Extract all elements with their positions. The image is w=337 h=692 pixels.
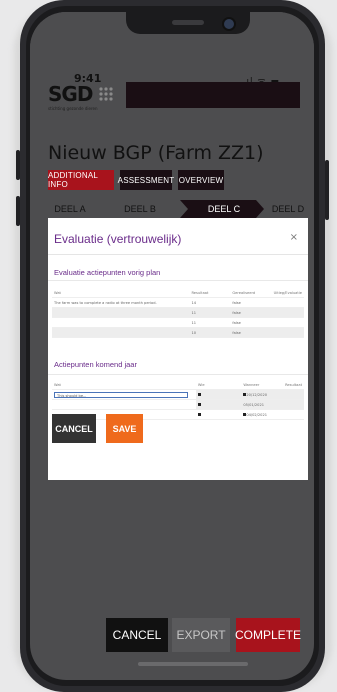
cell-gerealiseerd: false — [230, 307, 272, 318]
tab-additional-info[interactable]: ADDITIONAL INFO — [48, 170, 114, 190]
cell-wat — [52, 327, 190, 338]
action-wat-input[interactable]: This should be... — [54, 391, 188, 398]
logo-tagline: stichting gezonde dieren — [48, 106, 98, 111]
cell-wat — [52, 307, 190, 318]
volume-down-button — [16, 196, 20, 226]
cell-resultaat: 14 — [189, 297, 231, 308]
date-value: 20/12/2020 — [246, 392, 268, 397]
header-wat: Wat — [52, 380, 196, 390]
cell-gerealiseerd: false — [230, 327, 272, 338]
cell-uitleg — [271, 307, 304, 318]
cell-gerealiseerd: false — [230, 297, 272, 308]
cell-wat: This should be... — [52, 389, 196, 400]
header-gerealiseerd: Gerealiseerd — [230, 288, 272, 298]
cell-marker-icon — [197, 402, 201, 406]
section-divider — [48, 280, 308, 281]
complete-button[interactable]: COMPLETE — [235, 618, 301, 652]
logo-dots-icon — [99, 87, 113, 101]
export-button[interactable]: EXPORT — [172, 618, 230, 652]
cell-wat[interactable] — [52, 399, 196, 410]
evaluation-table: Wat Resultaat Gerealiseerd Uitleg/Evalua… — [52, 288, 304, 338]
header-uitleg: Uitleg/Evaluatie — [271, 288, 304, 298]
camera-icon — [222, 17, 236, 31]
cell-wanneer[interactable]: 04/02/2021 — [241, 409, 284, 420]
cell-wie[interactable] — [195, 389, 242, 400]
page-title: Nieuw BGP (Farm ZZ1) — [48, 142, 264, 164]
cancel-button[interactable]: CANCEL — [106, 618, 168, 652]
cell-resultaat: 11 — [189, 317, 231, 328]
cell-uitleg — [271, 327, 304, 338]
header-resultaat: Resultaat — [189, 288, 231, 298]
section-title-actions: Actiepunten komend jaar — [54, 360, 137, 369]
modal-title: Evaluatie (vertrouwelijk) — [54, 232, 182, 246]
deel-tab-b[interactable]: DEEL B — [116, 200, 164, 218]
close-icon[interactable]: × — [290, 232, 298, 243]
table-row[interactable]: 11 false — [52, 307, 304, 318]
table-row[interactable]: 10 false — [52, 327, 304, 338]
cell-wanneer[interactable]: 20/12/2020 — [241, 389, 284, 400]
cell-wat: The farm was to complete a radio at thre… — [52, 297, 190, 308]
date-value: 04/02/2021 — [246, 412, 268, 417]
deel-tab-a[interactable]: DEEL A — [46, 200, 94, 218]
table-row[interactable]: 11 false — [52, 317, 304, 328]
cell-wie[interactable] — [195, 409, 242, 420]
cell-wie[interactable] — [195, 399, 242, 410]
evaluation-modal: Evaluatie (vertrouwelijk) × Evaluatie ac… — [48, 218, 308, 480]
date-value: 05/01/2021 — [243, 402, 265, 407]
header-wanneer: Wanneer — [241, 380, 284, 390]
modal-save-button[interactable]: SAVE — [106, 414, 143, 443]
table-row[interactable]: The farm was to complete a radio at thre… — [52, 297, 304, 308]
cell-wanneer[interactable]: 05/01/2021 — [241, 399, 284, 410]
section-divider — [48, 374, 308, 375]
cell-resultaat[interactable] — [283, 389, 304, 400]
header-wat: Wat — [52, 288, 190, 298]
table-header-row: Wat Wie Wanneer Resultaat — [52, 380, 304, 390]
table-row[interactable]: This should be... 20/12/2020 — [52, 389, 304, 400]
cell-wat — [52, 317, 190, 328]
table-row[interactable]: 05/01/2021 — [52, 399, 304, 410]
deel-tabs: DEEL A DEEL B DEEL C DEEL D — [30, 200, 314, 218]
modal-divider — [48, 254, 308, 255]
cell-marker-icon — [197, 392, 201, 396]
phone-screen: 9:41 ..ıl ᯤ ▬ SGD stichting gezonde dier… — [30, 12, 314, 680]
header-resultaat: Resultaat — [283, 380, 304, 390]
header-menu-bar[interactable] — [126, 82, 300, 108]
header-wie: Wie — [195, 380, 242, 390]
cell-resultaat: 10 — [189, 327, 231, 338]
deel-tab-d[interactable]: DEEL D — [264, 200, 312, 218]
speaker-icon — [172, 20, 204, 25]
section-title-evaluation: Evaluatie actiepunten vorig plan — [54, 268, 161, 277]
tab-overview[interactable]: OVERVIEW — [178, 170, 224, 190]
table-header-row: Wat Resultaat Gerealiseerd Uitleg/Evalua… — [52, 288, 304, 298]
tab-assessment[interactable]: ASSESSMENT — [118, 170, 174, 190]
sgd-logo[interactable]: SGD stichting gezonde dieren — [48, 82, 118, 118]
volume-up-button — [16, 150, 20, 180]
cell-marker-icon — [197, 412, 201, 416]
modal-cancel-button[interactable]: CANCEL — [52, 414, 96, 443]
cell-resultaat[interactable] — [283, 409, 304, 420]
cell-uitleg — [271, 317, 304, 328]
cell-uitleg — [271, 297, 304, 308]
home-indicator[interactable] — [138, 662, 248, 666]
cell-gerealiseerd: false — [230, 317, 272, 328]
power-button — [325, 160, 329, 220]
deel-tab-c[interactable]: DEEL C — [194, 200, 254, 218]
cell-resultaat[interactable] — [283, 399, 304, 410]
cell-resultaat: 11 — [189, 307, 231, 318]
